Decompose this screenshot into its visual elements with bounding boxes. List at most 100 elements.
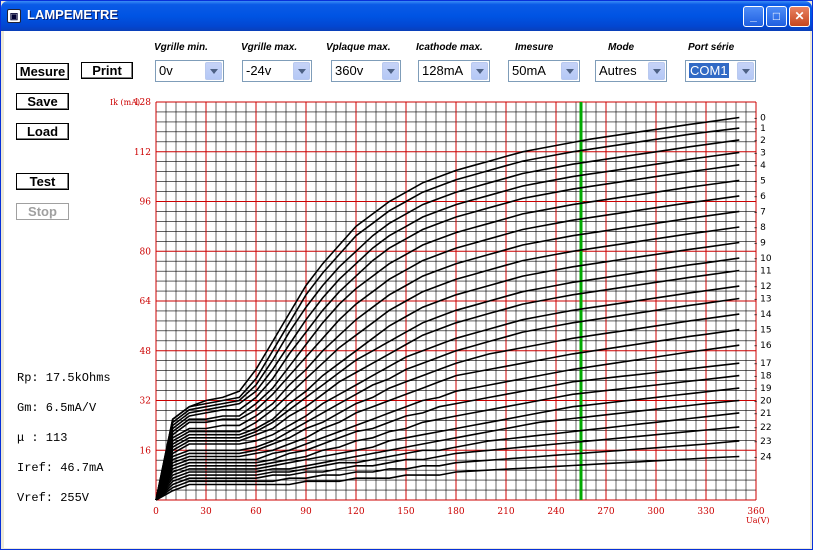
series-label: - 23 — [754, 437, 772, 447]
vgrille-max-label: Vgrille max. — [241, 42, 298, 53]
series-label: - 18 — [754, 372, 772, 382]
vref-readout: Vref: 255V — [17, 491, 90, 505]
series-label: - 15 — [754, 326, 772, 336]
series-label: - 17 — [754, 359, 772, 369]
mu-readout: μ : 113 — [17, 431, 68, 445]
series-label: - 3 — [754, 148, 766, 158]
port-serie-select[interactable]: COM1 — [685, 60, 756, 82]
x-tick-label: 60 — [250, 507, 262, 517]
iref-readout: Iref: 46.7mA — [17, 461, 104, 475]
x-tick-label: 0 — [153, 507, 159, 517]
series-label: - 22 — [754, 423, 772, 433]
series-label: - 9 — [754, 239, 766, 249]
test-button[interactable]: Test — [16, 173, 69, 190]
x-axis-label: Ua(V) — [746, 516, 770, 525]
port-serie-value: COM1 — [689, 63, 729, 78]
series-label: - 8 — [754, 223, 766, 233]
rp-readout: Rp: 17.5kOhms — [17, 371, 111, 385]
chevron-down-icon[interactable] — [382, 62, 399, 80]
x-tick-label: 270 — [597, 507, 614, 517]
vplaque-max-value: 360v — [335, 63, 364, 78]
app-window: ▣ LAMPEMETRE _ □ ✕ - 0- 1 - 2 - 3 - 4 - 5 - 6… — [0, 0, 813, 550]
vgrille-min-value: 0v — [159, 63, 173, 78]
mesure-button[interactable]: Mesure — [16, 63, 69, 80]
maximize-button[interactable]: □ — [766, 6, 787, 27]
series-label: - 4 — [754, 161, 766, 171]
series-label: - 5 — [754, 176, 766, 186]
y-tick-label: 80 — [140, 247, 152, 257]
vgrille-min-label: Vgrille min. — [154, 42, 208, 53]
mode-value: Autres — [599, 63, 637, 78]
x-tick-label: 240 — [547, 507, 564, 517]
x-tick-label: 180 — [447, 507, 464, 517]
y-axis-label: Ik (mA) — [110, 98, 140, 107]
vplaque-max-label: Vplaque max. — [326, 42, 391, 53]
load-button[interactable]: Load — [16, 123, 69, 140]
vgrille-min-select[interactable]: 0v — [155, 60, 224, 82]
chevron-down-icon[interactable] — [737, 62, 754, 80]
client-area: - 0- 1 - 2 - 3 - 4 - 5 - 6 - 7 - 8 - 9 - 10 - 11 - … — [4, 31, 810, 548]
x-tick-label: 120 — [347, 507, 364, 517]
vgrille-max-value: -24v — [246, 63, 272, 78]
vgrille-max-select[interactable]: -24v — [242, 60, 312, 82]
title-bar[interactable]: ▣ LAMPEMETRE _ □ ✕ — [1, 1, 812, 31]
series-label: - 11 — [754, 267, 772, 277]
y-tick-label: 16 — [140, 446, 152, 456]
minimize-button[interactable]: _ — [743, 6, 764, 27]
imesure-label: Imesure — [515, 42, 554, 53]
vplaque-max-select[interactable]: 360v — [331, 60, 401, 82]
series-label: - 0 — [754, 114, 766, 124]
mode-select[interactable]: Autres — [595, 60, 667, 82]
series-label: - 7 — [754, 207, 766, 217]
x-tick-label: 150 — [397, 507, 414, 517]
chevron-down-icon[interactable] — [561, 62, 578, 80]
maximize-icon: □ — [772, 9, 781, 23]
mode-label: Mode — [608, 42, 635, 53]
series-label: - 6 — [754, 192, 766, 202]
series-label: - 24 — [754, 452, 772, 462]
gm-readout: Gm: 6.5mA/V — [17, 401, 97, 415]
close-icon: ✕ — [794, 9, 805, 23]
y-tick-label: 32 — [140, 397, 151, 407]
imesure-value: 50mA — [512, 63, 546, 78]
y-tick-label: 112 — [134, 148, 151, 158]
icathode-max-label: Icathode max. — [416, 42, 483, 53]
icathode-max-select[interactable]: 128mA — [418, 60, 490, 82]
icathode-max-value: 128mA — [422, 63, 464, 78]
series-label: - 14 — [754, 310, 772, 320]
series-line-13 — [155, 297, 740, 501]
y-tick-label: 64 — [140, 297, 152, 307]
chevron-down-icon[interactable] — [471, 62, 488, 80]
chevron-down-icon[interactable] — [205, 62, 222, 80]
x-tick-label: 330 — [697, 507, 714, 517]
chevron-down-icon[interactable] — [293, 62, 310, 80]
characteristic-curves-chart: - 0- 1 - 2 - 3 - 4 - 5 - 6 - 7 - 8 - 9 - 10 - 11 - … — [110, 98, 772, 525]
series-label: - 13 — [754, 295, 772, 305]
series-label: - 1 — [754, 124, 766, 134]
window-title: LAMPEMETRE — [27, 7, 118, 22]
chevron-down-icon[interactable] — [648, 62, 665, 80]
x-tick-label: 300 — [647, 507, 664, 517]
x-tick-label: 30 — [200, 507, 212, 517]
y-tick-label: 48 — [140, 347, 152, 357]
series-label: - 20 — [754, 397, 772, 407]
print-button[interactable]: Print — [81, 62, 133, 79]
series-line-17 — [155, 362, 740, 501]
imesure-select[interactable]: 50mA — [508, 60, 580, 82]
save-button[interactable]: Save — [16, 93, 69, 110]
series-label: - 12 — [754, 282, 772, 292]
tube-app-icon[interactable]: ▣ — [7, 9, 21, 23]
series-label: - 2 — [754, 136, 766, 146]
series-label: - 19 — [754, 384, 772, 394]
series-label: - 10 — [754, 254, 772, 264]
series-line-2 — [155, 139, 740, 501]
stop-button: Stop — [16, 203, 69, 220]
port-serie-label: Port série — [688, 42, 735, 53]
series-label: - 16 — [754, 341, 772, 351]
minimize-icon: _ — [750, 9, 757, 23]
x-tick-label: 210 — [497, 507, 514, 517]
series-label: - 21 — [754, 409, 772, 419]
close-button[interactable]: ✕ — [789, 6, 810, 27]
y-tick-label: 96 — [140, 198, 152, 208]
x-tick-label: 90 — [300, 507, 312, 517]
